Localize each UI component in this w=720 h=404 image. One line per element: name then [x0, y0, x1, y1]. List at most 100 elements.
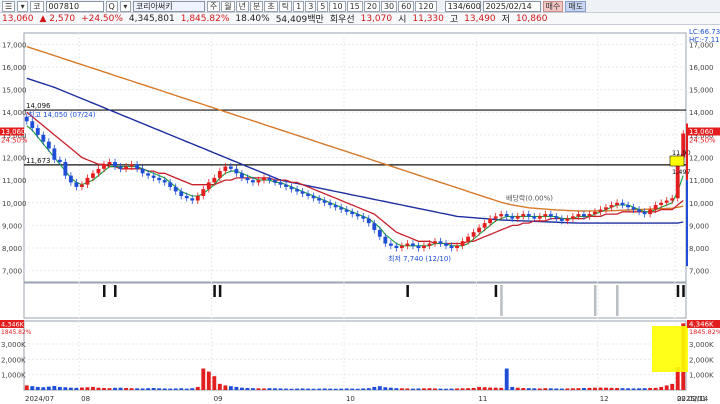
- low-label: 저: [501, 15, 510, 25]
- x-axis-label: 08: [81, 395, 90, 403]
- candle-body: [355, 214, 360, 217]
- candle-body: [300, 191, 305, 194]
- volume-bar: [664, 385, 669, 390]
- candle-body: [107, 162, 112, 165]
- volume-bar: [570, 388, 575, 390]
- x-axis-label: 02/14: [688, 395, 709, 403]
- buy-button[interactable]: 매수: [542, 0, 564, 12]
- volume-bar: [201, 368, 206, 390]
- candle-body: [162, 180, 167, 183]
- period-button-4[interactable]: 초: [264, 0, 278, 12]
- period-button-1[interactable]: 월: [221, 0, 235, 12]
- quote-bar: 13,060 ▲ 2,570 +24.50% 4,345,801 1,845.8…: [0, 13, 720, 25]
- candle-body: [543, 214, 548, 217]
- volume-bar: [79, 387, 84, 390]
- volume-bar: [140, 388, 145, 390]
- candle-body: [113, 162, 117, 167]
- sell-button[interactable]: 매도: [565, 0, 587, 12]
- price-tick-right: 14,000: [689, 109, 714, 117]
- volume-bar: [620, 388, 625, 390]
- volume-panel-border: [23, 320, 687, 391]
- volume-pct: 1,845.82%: [180, 13, 230, 24]
- current-price: 13,060: [2, 13, 34, 24]
- volume-bar: [477, 386, 482, 390]
- candle-body: [284, 184, 288, 187]
- signal-bar: [682, 285, 685, 297]
- volume-bar: [466, 388, 471, 390]
- period-button-14[interactable]: 120: [415, 0, 437, 12]
- stock-code-input[interactable]: 007810: [45, 0, 104, 12]
- candle-body: [626, 205, 631, 208]
- volume-bar: [173, 388, 178, 390]
- candle-body: [57, 159, 62, 163]
- candle-body: [604, 207, 608, 210]
- dropdown-icon[interactable]: ▾: [17, 0, 29, 12]
- candle-body: [328, 202, 333, 206]
- candle-body: [339, 207, 344, 210]
- volume-bar: [162, 388, 167, 390]
- period-button-0[interactable]: 주: [206, 0, 221, 12]
- volume-bar: [537, 388, 542, 390]
- price-tick-left: 11,000: [2, 177, 27, 185]
- price-chart[interactable]: 14,096 11,673 7,000 7,000 8,000 8,000 9,000 9,…: [0, 25, 720, 404]
- candle-body: [416, 245, 421, 249]
- candle-body: [537, 216, 542, 219]
- period-button-12[interactable]: 30: [380, 0, 398, 12]
- candle-body: [366, 218, 371, 224]
- stock-name-field[interactable]: 코리아써키: [132, 0, 205, 12]
- candle-body: [245, 177, 250, 181]
- candle-body: [493, 216, 498, 219]
- volume-bar: [239, 387, 244, 390]
- volume-bar: [118, 387, 123, 390]
- volume-bar: [626, 388, 631, 390]
- candle-body: [173, 186, 178, 192]
- volume-bar: [151, 388, 156, 390]
- axes: 7,000 7,000 8,000 8,000 9,000 9,000 10,000 10,0…: [1, 41, 714, 403]
- volume-bar: [576, 388, 581, 390]
- date-field[interactable]: 2025/02/14: [482, 0, 541, 12]
- price-tick-left: 16,000: [2, 64, 27, 72]
- volume-bar: [311, 388, 316, 390]
- candle-body: [124, 166, 128, 169]
- volume-bar: [377, 386, 382, 390]
- volume-tick-right: 2,000K: [689, 356, 714, 364]
- period-button-10[interactable]: 15: [346, 0, 363, 12]
- period-button-8[interactable]: 5: [317, 0, 329, 12]
- turnover-pct: 18.40%: [235, 13, 270, 24]
- volume-bar: [339, 388, 344, 390]
- low-annotation: 최저 7,740 (12/10): [388, 254, 451, 263]
- candle-body: [179, 191, 184, 196]
- period-button-6[interactable]: 1: [293, 0, 305, 12]
- candle-body: [664, 200, 669, 203]
- volume-bar: [653, 387, 658, 390]
- volume-bar: [609, 387, 614, 390]
- volume-bar: [223, 385, 228, 390]
- volume-bar: [262, 388, 266, 390]
- candle-body: [322, 200, 327, 203]
- period-button-13[interactable]: 60: [398, 0, 415, 12]
- volume-bar: [504, 368, 509, 390]
- period-button-11[interactable]: 20: [363, 0, 380, 12]
- candle-body: [344, 209, 349, 212]
- period-button-9[interactable]: 10: [329, 0, 346, 12]
- period-button-3[interactable]: 분: [249, 0, 264, 12]
- price-tick-left: 9,000: [2, 222, 22, 230]
- search-icon[interactable]: Q: [105, 0, 118, 12]
- volume-bar: [52, 386, 57, 390]
- period-button-2[interactable]: 년: [235, 0, 249, 12]
- candle-body: [615, 202, 619, 206]
- volume-bar: [526, 388, 531, 390]
- candle-body: [648, 209, 653, 215]
- price-tick-right: 15,000: [689, 87, 714, 95]
- x-axis-label: 02: [677, 395, 686, 403]
- candle-body: [598, 209, 603, 212]
- menu-icon[interactable]: ☰: [2, 0, 16, 12]
- data-count-field[interactable]: 134/600: [444, 0, 481, 12]
- period-button-5[interactable]: 틱: [278, 0, 293, 12]
- candle-body: [444, 243, 448, 246]
- price-highlight-box: [669, 155, 685, 167]
- candle-body: [559, 218, 564, 221]
- signal-bar: [218, 285, 222, 297]
- name-dropdown-icon[interactable]: ▾: [119, 0, 131, 12]
- period-button-7[interactable]: 3: [305, 0, 317, 12]
